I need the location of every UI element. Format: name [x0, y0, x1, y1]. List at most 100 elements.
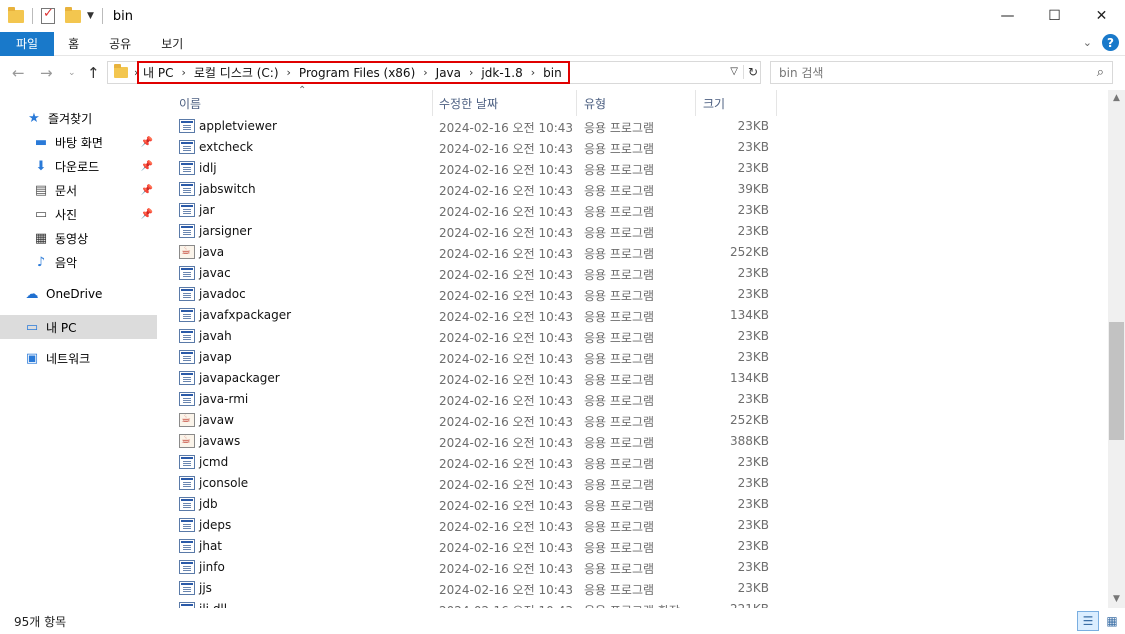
tab-share[interactable]: 공유 — [94, 32, 146, 56]
column-header-name[interactable]: 이름 — [179, 90, 201, 116]
pin-icon[interactable]: 📌 — [141, 161, 153, 172]
close-button[interactable]: ✕ — [1078, 0, 1125, 32]
file-row[interactable]: javac 2024-02-16 오전 10:43 응용 프로그램 23KB — [172, 263, 782, 284]
sidebar-item-quick-access[interactable]: ★ 즐겨찾기 — [0, 106, 157, 130]
file-row[interactable]: idlj 2024-02-16 오전 10:43 응용 프로그램 23KB — [172, 158, 782, 179]
breadcrumb-bin[interactable]: bin — [543, 66, 562, 80]
file-type: 응용 프로그램 — [584, 394, 655, 408]
breadcrumb-my-pc[interactable]: 내 PC — [143, 64, 173, 81]
folder-icon — [114, 64, 128, 78]
sidebar-item-pictures[interactable]: ▭ 사진 📌 — [0, 202, 157, 226]
chevron-right-icon[interactable]: › — [469, 66, 473, 79]
tab-view[interactable]: 보기 — [146, 32, 198, 56]
sidebar-item-label: 내 PC — [46, 320, 77, 335]
new-folder-icon[interactable] — [65, 6, 81, 23]
file-date-modified: 2024-02-16 오전 10:43 — [439, 415, 574, 429]
file-size: 23KB — [737, 287, 769, 301]
sidebar-item-videos[interactable]: ▦ 동영상 — [0, 226, 157, 250]
file-date-modified: 2024-02-16 오전 10:43 — [439, 436, 574, 450]
sidebar-item-onedrive[interactable]: ☁ OneDrive — [0, 282, 157, 306]
minimize-button[interactable]: — — [984, 0, 1031, 32]
scrollbar-thumb[interactable] — [1109, 322, 1124, 440]
file-name: jdb — [199, 497, 218, 511]
maximize-icon: ☐ — [1048, 8, 1061, 24]
breadcrumb-program-files-x86[interactable]: Program Files (x86) — [299, 66, 415, 80]
application-icon — [179, 329, 195, 343]
file-date-modified: 2024-02-16 오전 10:43 — [439, 310, 574, 324]
file-row[interactable]: jjs 2024-02-16 오전 10:43 응용 프로그램 23KB — [172, 578, 782, 599]
recent-locations-chevron-icon[interactable]: ⌄ — [68, 68, 76, 78]
application-icon — [179, 161, 195, 175]
scroll-down-arrow-icon[interactable]: ▼ — [1108, 591, 1125, 608]
file-row[interactable]: javaw 2024-02-16 오전 10:43 응용 프로그램 252KB — [172, 410, 782, 431]
file-row[interactable]: javafxpackager 2024-02-16 오전 10:43 응용 프로그램… — [172, 305, 782, 326]
file-row[interactable]: jdeps 2024-02-16 오전 10:43 응용 프로그램 23KB — [172, 515, 782, 536]
file-row[interactable]: jinfo 2024-02-16 오전 10:43 응용 프로그램 23KB — [172, 557, 782, 578]
column-header-date[interactable]: 수정한 날짜 — [439, 90, 498, 116]
address-history-dropdown-icon[interactable]: ▽ — [730, 66, 738, 77]
file-row[interactable]: jconsole 2024-02-16 오전 10:43 응용 프로그램 23KB — [172, 473, 782, 494]
divider — [101, 8, 103, 24]
file-row[interactable]: javadoc 2024-02-16 오전 10:43 응용 프로그램 23KB — [172, 284, 782, 305]
sidebar-item-my-pc[interactable]: ▭ 내 PC — [0, 315, 157, 339]
expand-ribbon-icon[interactable]: ⌄ — [1083, 36, 1092, 49]
chevron-right-icon[interactable]: › — [181, 66, 185, 79]
forward-arrow-icon[interactable]: → — [40, 64, 53, 82]
large-icons-view-button[interactable]: ▦ — [1101, 611, 1123, 631]
file-row[interactable]: javaws 2024-02-16 오전 10:43 응용 프로그램 388KB — [172, 431, 782, 452]
file-row[interactable]: java-rmi 2024-02-16 오전 10:43 응용 프로그램 23KB — [172, 389, 782, 410]
details-view-button[interactable]: ☰ — [1077, 611, 1099, 631]
column-header-type[interactable]: 유형 — [584, 90, 606, 116]
address-bar[interactable]: › 내 PC › 로컬 디스크 (C:) › Program Files (x8… — [107, 61, 761, 84]
search-icon[interactable]: ⌕ — [1097, 65, 1104, 80]
column-divider[interactable] — [576, 90, 577, 116]
file-row[interactable]: jdb 2024-02-16 오전 10:43 응용 프로그램 23KB — [172, 494, 782, 515]
column-divider[interactable] — [695, 90, 696, 116]
search-input[interactable]: bin 검색 ⌕ — [770, 61, 1113, 84]
file-name: javap — [199, 350, 232, 364]
file-row[interactable]: jcmd 2024-02-16 오전 10:43 응용 프로그램 23KB — [172, 452, 782, 473]
sidebar-item-network[interactable]: ▣ 네트워크 — [0, 346, 157, 370]
column-divider[interactable] — [432, 90, 433, 116]
file-type: 응용 프로그램 — [584, 226, 655, 240]
chevron-right-icon[interactable]: › — [287, 66, 291, 79]
column-divider[interactable] — [776, 90, 777, 116]
file-row[interactable]: javah 2024-02-16 오전 10:43 응용 프로그램 23KB — [172, 326, 782, 347]
pin-icon[interactable]: 📌 — [141, 137, 153, 148]
breadcrumb-java[interactable]: Java — [436, 66, 461, 80]
sidebar-item-downloads[interactable]: ⬇ 다운로드 📌 — [0, 154, 157, 178]
file-size: 23KB — [737, 581, 769, 595]
scroll-up-arrow-icon[interactable]: ▲ — [1108, 90, 1125, 107]
file-type: 응용 프로그램 — [584, 415, 655, 429]
breadcrumb-local-disk[interactable]: 로컬 디스크 (C:) — [194, 64, 279, 81]
back-arrow-icon[interactable]: ← — [12, 64, 25, 82]
sidebar-item-desktop[interactable]: ▬ 바탕 화면 📌 — [0, 130, 157, 154]
column-header-size[interactable]: 크기 — [703, 90, 725, 116]
pin-icon[interactable]: 📌 — [141, 209, 153, 220]
properties-icon[interactable] — [41, 6, 55, 24]
file-row[interactable]: jli.dll2024-02-16 오전 10:43응용 프로그램 확장221K… — [172, 599, 782, 608]
refresh-icon[interactable]: ↻ — [742, 65, 758, 79]
file-row[interactable]: appletviewer 2024-02-16 오전 10:43 응용 프로그램 23… — [172, 116, 782, 137]
chevron-right-icon[interactable]: › — [423, 66, 427, 79]
customize-toolbar-dropdown-icon[interactable]: ▼ — [87, 11, 94, 21]
file-row[interactable]: javap 2024-02-16 오전 10:43 응용 프로그램 23KB — [172, 347, 782, 368]
tab-home[interactable]: 홈 — [54, 32, 94, 56]
file-row[interactable]: java 2024-02-16 오전 10:43 응용 프로그램 252KB — [172, 242, 782, 263]
sidebar-item-documents[interactable]: ▤ 문서 📌 — [0, 178, 157, 202]
up-arrow-icon[interactable]: ↑ — [87, 64, 100, 82]
file-row[interactable]: jabswitch 2024-02-16 오전 10:43 응용 프로그램 39KB — [172, 179, 782, 200]
vertical-scrollbar[interactable]: ▲ ▼ — [1108, 90, 1125, 608]
help-icon[interactable]: ? — [1102, 34, 1119, 51]
sidebar-item-music[interactable]: ♪ 음악 — [0, 250, 157, 274]
file-row[interactable]: extcheck 2024-02-16 오전 10:43 응용 프로그램 23KB — [172, 137, 782, 158]
file-row[interactable]: jarsigner 2024-02-16 오전 10:43 응용 프로그램 23KB — [172, 221, 782, 242]
maximize-button[interactable]: ☐ — [1031, 0, 1078, 32]
file-row[interactable]: jar 2024-02-16 오전 10:43 응용 프로그램 23KB — [172, 200, 782, 221]
file-row[interactable]: javapackager 2024-02-16 오전 10:43 응용 프로그램 13… — [172, 368, 782, 389]
pin-icon[interactable]: 📌 — [141, 185, 153, 196]
file-row[interactable]: jhat 2024-02-16 오전 10:43 응용 프로그램 23KB — [172, 536, 782, 557]
chevron-right-icon[interactable]: › — [531, 66, 535, 79]
tab-file[interactable]: 파일 — [0, 31, 55, 56]
breadcrumb-jdk[interactable]: jdk-1.8 — [481, 66, 522, 80]
